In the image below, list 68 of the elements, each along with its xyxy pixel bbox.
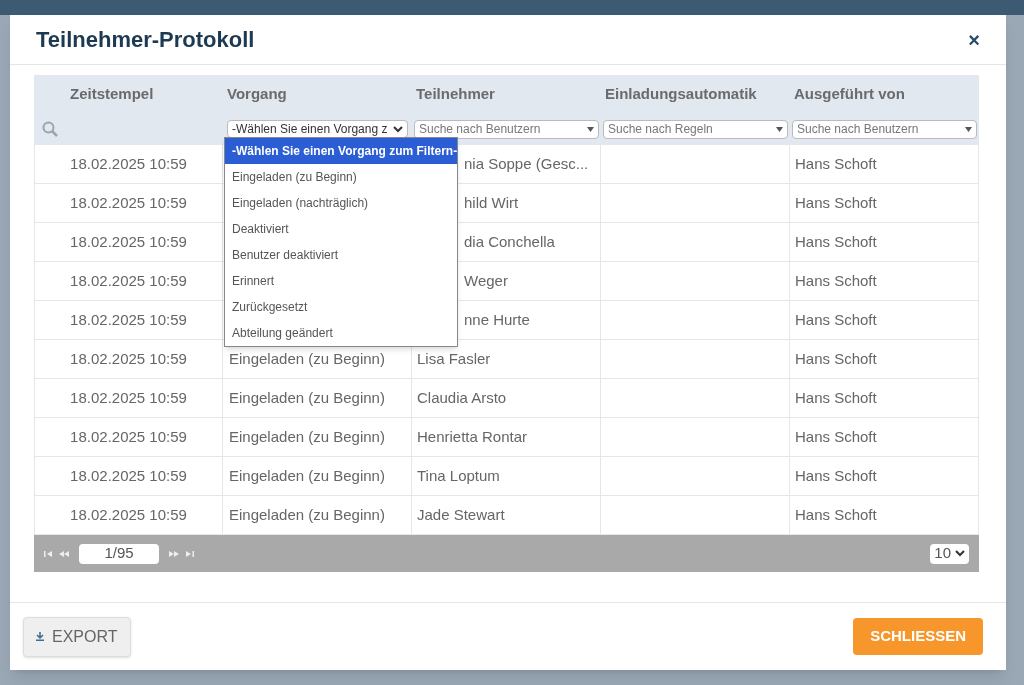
- first-page-icon[interactable]: [44, 550, 53, 557]
- table-cell-text: Lisa Fasler: [417, 348, 491, 369]
- dropdown-option[interactable]: Abteilung geändert: [225, 320, 457, 346]
- export-button[interactable]: EXPORT: [23, 616, 131, 657]
- search-field[interactable]: Suche nach Benutzern: [414, 119, 599, 139]
- search-field[interactable]: Suche nach Benutzern: [792, 119, 977, 139]
- column-header: Ausgeführt von: [794, 83, 905, 104]
- page-size-select[interactable]: 10: [930, 543, 969, 564]
- table-cell-text: Hans Schoft: [795, 192, 877, 213]
- table-cell-text: 18.02.2025 10:59: [70, 504, 187, 525]
- search-icon[interactable]: [42, 121, 58, 137]
- table-cell-text: nia Soppe (Gesc...: [464, 153, 589, 174]
- column-header: Zeitstempel: [70, 83, 154, 104]
- table-cell-text: Hans Schoft: [795, 231, 877, 252]
- table-cell-text: Hans Schoft: [795, 504, 877, 525]
- table-cell-text: 18.02.2025 10:59: [70, 465, 187, 486]
- table-cell-text: Hans Schoft: [795, 153, 877, 174]
- column-header: Vorgang: [227, 83, 287, 104]
- table-cell-text: 18.02.2025 10:59: [70, 270, 187, 291]
- dropdown-option[interactable]: Deaktiviert: [225, 216, 457, 242]
- search-field[interactable]: Suche nach Regeln: [603, 119, 788, 139]
- dropdown-option[interactable]: Eingeladen (zu Beginn): [225, 164, 457, 190]
- table-cell-text: Weger: [464, 270, 508, 291]
- table-cell-text: nne Hurte: [464, 309, 530, 330]
- next-page-icon[interactable]: [169, 550, 179, 557]
- page-field[interactable]: 1/95: [79, 543, 159, 564]
- table-cell-text: Hans Schoft: [795, 270, 877, 291]
- dropdown-option[interactable]: Benutzer deaktiviert: [225, 242, 457, 268]
- table-cell-text: 18.02.2025 10:59: [70, 231, 187, 252]
- table-cell-text: Tina Loptum: [417, 465, 500, 486]
- dropdown-option[interactable]: Zurückgesetzt: [225, 294, 457, 320]
- download-icon: [36, 632, 44, 641]
- caret-icon: [776, 126, 783, 132]
- table-cell-text: 18.02.2025 10:59: [70, 192, 187, 213]
- table-cell-text: Hans Schoft: [795, 387, 877, 408]
- table-cell-text: Claudia Arsto: [417, 387, 507, 408]
- table-cell-text: Eingeladen (zu Beginn): [229, 387, 385, 408]
- close-button[interactable]: ×: [968, 29, 980, 50]
- column-header: Einladungsautomatik: [605, 83, 757, 104]
- table-cell-text: 18.02.2025 10:59: [70, 348, 187, 369]
- table-cell-text: Hans Schoft: [795, 348, 877, 369]
- table-cell-text: 18.02.2025 10:59: [70, 309, 187, 330]
- caret-icon: [965, 126, 972, 132]
- filter-select[interactable]: -Wählen Sie einen Vorgang z: [227, 120, 408, 138]
- table-cell-text: 18.02.2025 10:59: [70, 387, 187, 408]
- table-cell-text: Eingeladen (zu Beginn): [229, 426, 385, 447]
- last-page-icon[interactable]: [185, 550, 194, 557]
- caret-icon: [587, 126, 594, 132]
- table-cell-text: Eingeladen (zu Beginn): [229, 465, 385, 486]
- column-header: Teilnehmer: [416, 83, 495, 104]
- table-cell-text: Hans Schoft: [795, 426, 877, 447]
- table-cell-text: 18.02.2025 10:59: [70, 153, 187, 174]
- table-cell-text: Hans Schoft: [795, 465, 877, 486]
- table-cell-text: 18.02.2025 10:59: [70, 426, 187, 447]
- dropdown-option[interactable]: -Wählen Sie einen Vorgang zum Filtern-: [225, 138, 457, 164]
- table-cell-text: Jade Stewart: [417, 504, 505, 525]
- table-cell-text: Henrietta Rontar: [417, 426, 528, 447]
- dropdown-option[interactable]: Erinnert: [225, 268, 457, 294]
- chevron-icon: [955, 550, 965, 557]
- previous-page-icon[interactable]: [59, 550, 69, 557]
- table-cell-text: hild Wirt: [464, 192, 519, 213]
- dropdown-option[interactable]: Eingeladen (nachträglich): [225, 190, 457, 216]
- chevron-icon: [393, 125, 403, 133]
- table-cell-text: Eingeladen (zu Beginn): [229, 348, 385, 369]
- table-cell-text: dia Conchella: [464, 231, 555, 252]
- dialog-title: Teilnehmer-Protokoll: [36, 26, 255, 54]
- table-cell-text: Eingeladen (zu Beginn): [229, 504, 385, 525]
- table-cell-text: Hans Schoft: [795, 309, 877, 330]
